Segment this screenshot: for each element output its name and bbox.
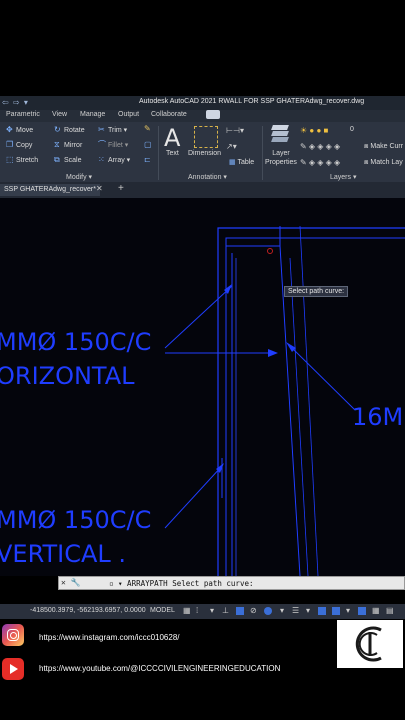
customize-icon[interactable]: ▤ (386, 607, 394, 615)
workspace-icon[interactable] (358, 607, 366, 615)
trim-icon: ✂ (98, 125, 105, 134)
layer-tool-icons-row2[interactable]: ✎ ◈ ◈ ◈ ◈ (300, 158, 340, 167)
command-tooltip: Select path curve: (284, 286, 349, 297)
ortho-icon[interactable] (236, 607, 244, 615)
stretch-button[interactable]: ⬚ Stretch (6, 156, 38, 164)
layer-properties-label[interactable]: Layer Properties (265, 149, 297, 167)
units-icon[interactable]: ▦ (372, 607, 380, 615)
quick-access-toolbar[interactable]: ⇦ ⇨ ▾ (2, 98, 29, 107)
coordinates-readout: -418500.3979, -562193.6957, 0.0000 (30, 607, 146, 614)
transparency-icon[interactable]: ▾ (306, 607, 314, 615)
model-space-button[interactable]: MODEL (150, 607, 175, 614)
dropdown-icon[interactable]: ▾ (210, 607, 218, 615)
modify-panel-title[interactable]: Modify ▾ (66, 173, 92, 181)
iccc-logo (337, 620, 403, 668)
trim-button[interactable]: ✂ Trim ▾ (98, 125, 127, 135)
ribbon-options-icon[interactable] (206, 110, 220, 119)
lineweight-icon[interactable]: ☰ (292, 607, 300, 615)
ribbon: ✥ Move ↻ Rotate ✂ Trim ▾ ✎ ❐ Copy ⧖ Mirror ⌒ F… (0, 122, 405, 182)
fillet-icon: ⌒ (98, 140, 106, 149)
instagram-icon[interactable] (2, 624, 24, 646)
move-icon: ✥ (6, 125, 13, 134)
polar-icon[interactable]: ⊘ (250, 607, 258, 615)
annotation-scale-icon[interactable]: ▾ (346, 607, 354, 615)
youtube-icon[interactable] (2, 658, 24, 680)
title-bar: ⇦ ⇨ ▾ Autodesk AutoCAD 2021 RWALL FOR SS… (0, 96, 405, 110)
close-tab-icon[interactable]: ✕ (96, 184, 103, 193)
document-tab[interactable]: SSP GHATERAdwg_recover* (0, 184, 100, 196)
leader-icon[interactable]: ↗▾ (226, 142, 237, 151)
annotation-panel-title[interactable]: Annotation ▾ (188, 173, 227, 181)
youtube-link[interactable]: https://www.youtube.com/@ICCCCIVILENGINE… (39, 664, 280, 673)
new-tab-button[interactable]: + (118, 183, 124, 194)
annotation-text-3: 16M (352, 403, 404, 431)
offset-icon: ⊏ (144, 155, 151, 164)
scale-button[interactable]: ⧉ Scale (54, 156, 82, 164)
selection-cycling-icon[interactable] (318, 607, 326, 615)
table-button[interactable]: ▦ Table (229, 158, 254, 166)
copy-button[interactable]: ❐ Copy (6, 141, 32, 149)
offset-button[interactable]: ⊏ (144, 156, 152, 164)
snap-icon[interactable]: ⁞ (196, 607, 204, 615)
linear-dim-icon[interactable]: ⊢⊣▾ (226, 126, 244, 135)
instagram-link[interactable]: https://www.instagram.com/iccc010628/ (39, 633, 180, 642)
scale-icon: ⧉ (54, 155, 60, 164)
drawing-canvas[interactable]: MMØ 150C/C ORIZONTAL 16M MMØ 150C/C VERT… (0, 198, 405, 576)
match-layer-icon: ⧈ (364, 159, 369, 166)
infer-icon[interactable]: ⊥ (222, 607, 230, 615)
erase-icon: ▢ (144, 140, 152, 149)
window-title: Autodesk AutoCAD 2021 RWALL FOR SSP GHAT… (139, 98, 365, 105)
text-icon[interactable]: A (164, 124, 180, 152)
command-line[interactable]: ✕ 🔧 ▫ ▾ ARRAYPATH Select path curve: (58, 576, 405, 590)
panel-divider (158, 126, 159, 180)
move-button[interactable]: ✥ Move (6, 126, 33, 134)
erase-tool-button[interactable]: ▢ (144, 141, 152, 149)
text-button-label[interactable]: Text (166, 150, 179, 157)
layer-state-icons[interactable]: ☀ ● ● ■ (300, 126, 328, 135)
layer-tool-icons-row1[interactable]: ✎ ◈ ◈ ◈ ◈ (300, 142, 340, 151)
logo-graphic (355, 626, 382, 662)
draw-order-button[interactable]: ✎ (144, 125, 152, 133)
array-button[interactable]: ⁙ Array ▾ (98, 155, 130, 165)
annotation-text-2: ORIZONTAL (0, 362, 135, 390)
tab-parametric[interactable]: Parametric (6, 111, 40, 118)
3d-osnap-icon[interactable] (332, 607, 340, 615)
annotation-text-4: MMØ 150C/C (0, 506, 152, 534)
tab-output[interactable]: Output (118, 111, 139, 118)
stretch-icon: ⬚ (6, 155, 14, 164)
copy-icon: ❐ (6, 140, 14, 149)
status-bar: -418500.3979, -562193.6957, 0.0000 MODEL… (0, 604, 405, 619)
pencil-icon: ✎ (144, 124, 151, 133)
tab-view[interactable]: View (52, 111, 67, 118)
grid-icon[interactable]: ▦ (183, 607, 191, 615)
command-line-controls[interactable]: ✕ 🔧 (61, 578, 81, 587)
isodraft-icon[interactable] (264, 607, 272, 615)
layer-dropdown[interactable]: 0 (350, 126, 354, 133)
make-current-button[interactable]: ⧈ Make Curr (364, 143, 403, 151)
rotate-icon: ↻ (54, 125, 61, 134)
make-current-icon: ⧈ (364, 143, 369, 150)
osnap-icon[interactable]: ▾ (280, 607, 288, 615)
panel-divider (262, 126, 263, 180)
document-tabs: SSP GHATERAdwg_recover* ✕ + (0, 182, 405, 198)
annotation-text-5: VERTICAL . (0, 540, 127, 568)
tab-manage[interactable]: Manage (80, 111, 105, 118)
array-icon: ⁙ (98, 155, 105, 164)
rotate-button[interactable]: ↻ Rotate (54, 126, 85, 134)
tab-collaborate[interactable]: Collaborate (151, 111, 187, 118)
command-line-text: ▫ ▾ ARRAYPATH Select path curve: (109, 579, 254, 588)
social-footer: https://www.instagram.com/iccc010628/ ht… (0, 620, 405, 720)
dimension-icon[interactable] (194, 126, 218, 148)
mirror-icon: ⧖ (54, 140, 60, 149)
mirror-button[interactable]: ⧖ Mirror (54, 141, 82, 149)
fillet-button[interactable]: ⌒ Fillet ▾ (98, 140, 128, 150)
table-icon: ▦ (229, 159, 236, 166)
dimension-button-label[interactable]: Dimension (188, 150, 221, 157)
layer-properties-icon[interactable] (270, 125, 290, 143)
layers-panel-title[interactable]: Layers ▾ (330, 173, 356, 181)
ribbon-tabs: Parametric View Manage Output Collaborat… (0, 110, 405, 122)
annotation-text-1: MMØ 150C/C (0, 328, 152, 356)
match-layer-button[interactable]: ⧈ Match Lay (364, 159, 403, 167)
